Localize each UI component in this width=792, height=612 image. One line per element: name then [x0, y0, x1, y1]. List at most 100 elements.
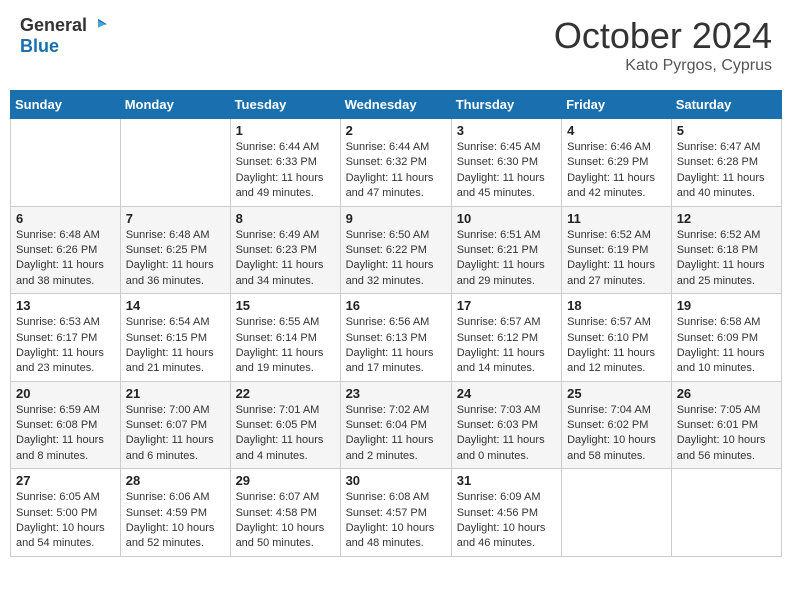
logo: General Blue — [20, 15, 107, 57]
sunrise-text: Sunrise: 6:47 AM — [677, 140, 776, 155]
day-number: 21 — [126, 386, 225, 401]
day-header-friday: Friday — [562, 91, 672, 119]
day-header-thursday: Thursday — [451, 91, 561, 119]
logo-blue-text: Blue — [20, 36, 59, 57]
calendar-cell: 25Sunrise: 7:04 AMSunset: 6:02 PMDayligh… — [562, 381, 672, 469]
calendar-cell: 13 Sunrise: 6:53 AMSunset: 6:17 PMDayligh… — [11, 294, 121, 382]
cell-info: Sunrise: 6:09 AMSunset: 4:56 PMDaylight:… — [457, 490, 556, 552]
daylight-text: Daylight: 11 hours and 32 minutes. — [346, 258, 446, 289]
month-year-title: October 2024 — [554, 15, 772, 57]
sunrise-text: Sunrise: 7:05 AM — [677, 403, 776, 418]
day-number: 28 — [126, 473, 225, 488]
daylight-text: Daylight: 10 hours and 50 minutes. — [236, 521, 335, 552]
sunset-text: Sunset: 6:01 PM — [677, 418, 776, 433]
day-number: 23 — [346, 386, 446, 401]
cell-info: Sunrise: 6:53 AMSunset: 6:17 PMDaylight:… — [16, 315, 115, 377]
calendar-cell: 3Sunrise: 6:45 AMSunset: 6:30 PMDaylight… — [451, 119, 561, 207]
calendar-cell: 16Sunrise: 6:56 AMSunset: 6:13 PMDayligh… — [340, 294, 451, 382]
day-number: 26 — [677, 386, 776, 401]
day-header-tuesday: Tuesday — [230, 91, 340, 119]
calendar-cell: 26 Sunrise: 7:05 AMSunset: 6:01 PMDayligh… — [671, 381, 781, 469]
sunrise-text: Sunrise: 6:54 AM — [126, 315, 225, 330]
calendar-cell — [562, 469, 672, 557]
daylight-text: Daylight: 11 hours and 34 minutes. — [236, 258, 335, 289]
daylight-text: Daylight: 11 hours and 2 minutes. — [346, 433, 446, 464]
calendar-header-row: SundayMondayTuesdayWednesdayThursdayFrid… — [11, 91, 782, 119]
location-subtitle: Kato Pyrgos, Cyprus — [554, 57, 772, 75]
cell-info: Sunrise: 7:03 AMSunset: 6:03 PMDaylight:… — [457, 403, 556, 465]
calendar-cell: 7Sunrise: 6:48 AMSunset: 6:25 PMDaylight… — [120, 206, 230, 294]
calendar-cell: 1Sunrise: 6:44 AMSunset: 6:33 PMDaylight… — [230, 119, 340, 207]
daylight-text: Daylight: 11 hours and 47 minutes. — [346, 171, 446, 202]
cell-info: Sunrise: 6:49 AMSunset: 6:23 PMDaylight:… — [236, 228, 335, 290]
day-number: 22 — [236, 386, 335, 401]
daylight-text: Daylight: 10 hours and 54 minutes. — [16, 521, 115, 552]
sunset-text: Sunset: 6:32 PM — [346, 155, 446, 170]
day-number: 8 — [236, 211, 335, 226]
daylight-text: Daylight: 11 hours and 10 minutes. — [677, 346, 776, 377]
cell-info: Sunrise: 6:57 AMSunset: 6:12 PMDaylight:… — [457, 315, 556, 377]
daylight-text: Daylight: 11 hours and 12 minutes. — [567, 346, 666, 377]
calendar-cell: 29Sunrise: 6:07 AMSunset: 4:58 PMDayligh… — [230, 469, 340, 557]
day-number: 15 — [236, 298, 335, 313]
logo-general-text: General — [20, 15, 87, 36]
calendar-cell: 21Sunrise: 7:00 AMSunset: 6:07 PMDayligh… — [120, 381, 230, 469]
sunset-text: Sunset: 6:33 PM — [236, 155, 335, 170]
sunrise-text: Sunrise: 6:45 AM — [457, 140, 556, 155]
sunset-text: Sunset: 6:21 PM — [457, 243, 556, 258]
cell-info: Sunrise: 6:59 AMSunset: 6:08 PMDaylight:… — [16, 403, 115, 465]
daylight-text: Daylight: 11 hours and 19 minutes. — [236, 346, 335, 377]
day-number: 19 — [677, 298, 776, 313]
daylight-text: Daylight: 10 hours and 52 minutes. — [126, 521, 225, 552]
calendar-cell — [671, 469, 781, 557]
daylight-text: Daylight: 11 hours and 6 minutes. — [126, 433, 225, 464]
sunrise-text: Sunrise: 7:03 AM — [457, 403, 556, 418]
day-number: 13 — [16, 298, 115, 313]
sunset-text: Sunset: 6:30 PM — [457, 155, 556, 170]
sunrise-text: Sunrise: 7:00 AM — [126, 403, 225, 418]
cell-info: Sunrise: 6:48 AMSunset: 6:26 PMDaylight:… — [16, 228, 115, 290]
cell-info: Sunrise: 7:01 AMSunset: 6:05 PMDaylight:… — [236, 403, 335, 465]
calendar-cell: 2Sunrise: 6:44 AMSunset: 6:32 PMDaylight… — [340, 119, 451, 207]
calendar-cell: 11Sunrise: 6:52 AMSunset: 6:19 PMDayligh… — [562, 206, 672, 294]
calendar-cell: 19 Sunrise: 6:58 AMSunset: 6:09 PMDayligh… — [671, 294, 781, 382]
sunset-text: Sunset: 6:25 PM — [126, 243, 225, 258]
calendar-week-5: 27Sunrise: 6:05 AMSunset: 5:00 PMDayligh… — [11, 469, 782, 557]
sunrise-text: Sunrise: 6:56 AM — [346, 315, 446, 330]
day-number: 9 — [346, 211, 446, 226]
day-number: 6 — [16, 211, 115, 226]
cell-info: Sunrise: 6:57 AMSunset: 6:10 PMDaylight:… — [567, 315, 666, 377]
day-number: 31 — [457, 473, 556, 488]
sunrise-text: Sunrise: 7:01 AM — [236, 403, 335, 418]
sunset-text: Sunset: 6:18 PM — [677, 243, 776, 258]
cell-info: Sunrise: 7:05 AMSunset: 6:01 PMDaylight:… — [677, 403, 776, 465]
sunset-text: Sunset: 6:17 PM — [16, 331, 115, 346]
cell-info: Sunrise: 6:55 AMSunset: 6:14 PMDaylight:… — [236, 315, 335, 377]
cell-info: Sunrise: 6:58 AMSunset: 6:09 PMDaylight:… — [677, 315, 776, 377]
sunset-text: Sunset: 6:08 PM — [16, 418, 115, 433]
cell-info: Sunrise: 6:54 AMSunset: 6:15 PMDaylight:… — [126, 315, 225, 377]
calendar-cell: 5Sunrise: 6:47 AMSunset: 6:28 PMDaylight… — [671, 119, 781, 207]
cell-info: Sunrise: 6:05 AMSunset: 5:00 PMDaylight:… — [16, 490, 115, 552]
calendar-cell: 10Sunrise: 6:51 AMSunset: 6:21 PMDayligh… — [451, 206, 561, 294]
sunrise-text: Sunrise: 6:05 AM — [16, 490, 115, 505]
sunset-text: Sunset: 6:12 PM — [457, 331, 556, 346]
cell-info: Sunrise: 6:52 AMSunset: 6:18 PMDaylight:… — [677, 228, 776, 290]
calendar-cell: 31 Sunrise: 6:09 AMSunset: 4:56 PMDayligh… — [451, 469, 561, 557]
sunset-text: Sunset: 6:10 PM — [567, 331, 666, 346]
sunset-text: Sunset: 5:00 PM — [16, 506, 115, 521]
day-header-monday: Monday — [120, 91, 230, 119]
daylight-text: Daylight: 11 hours and 4 minutes. — [236, 433, 335, 464]
cell-info: Sunrise: 6:44 AMSunset: 6:33 PMDaylight:… — [236, 140, 335, 202]
day-header-saturday: Saturday — [671, 91, 781, 119]
cell-info: Sunrise: 6:06 AMSunset: 4:59 PMDaylight:… — [126, 490, 225, 552]
sunrise-text: Sunrise: 6:59 AM — [16, 403, 115, 418]
sunrise-text: Sunrise: 6:50 AM — [346, 228, 446, 243]
day-number: 18 — [567, 298, 666, 313]
sunrise-text: Sunrise: 6:44 AM — [236, 140, 335, 155]
sunset-text: Sunset: 6:15 PM — [126, 331, 225, 346]
calendar-cell: 23Sunrise: 7:02 AMSunset: 6:04 PMDayligh… — [340, 381, 451, 469]
sunrise-text: Sunrise: 7:04 AM — [567, 403, 666, 418]
sunrise-text: Sunrise: 6:48 AM — [126, 228, 225, 243]
calendar-week-3: 13 Sunrise: 6:53 AMSunset: 6:17 PMDayligh… — [11, 294, 782, 382]
